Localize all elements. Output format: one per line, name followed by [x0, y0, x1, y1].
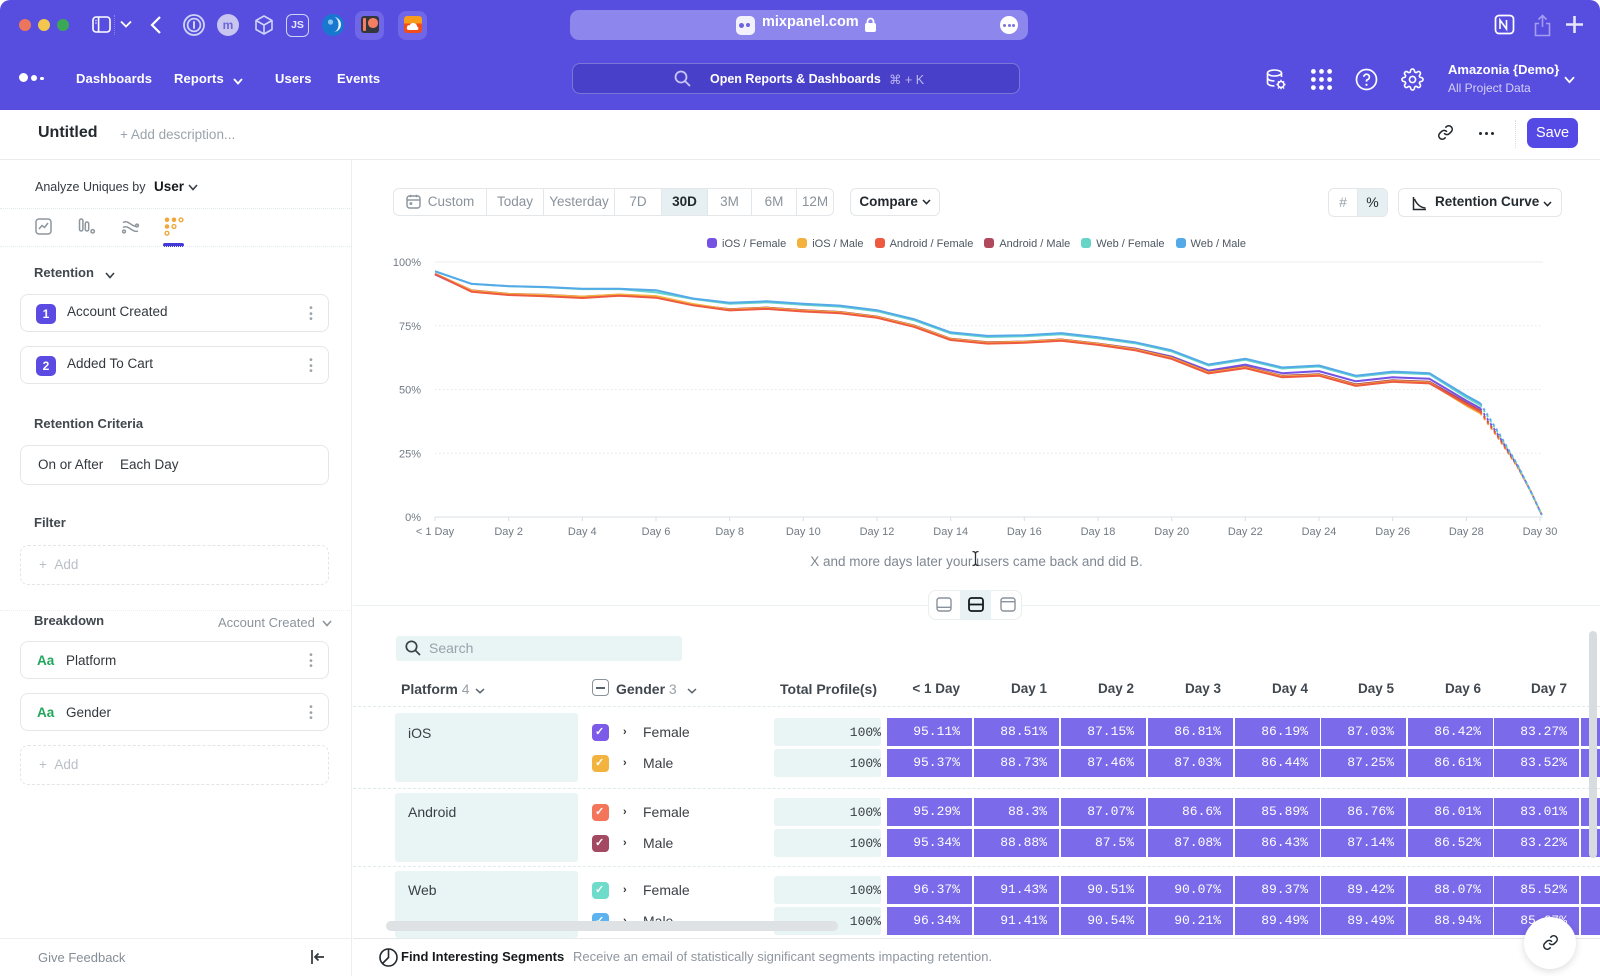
svg-text:Day 22: Day 22 [1228, 526, 1263, 538]
svg-text:Day 8: Day 8 [715, 526, 744, 538]
svg-text:75%: 75% [399, 321, 421, 333]
svg-text:Day 12: Day 12 [860, 526, 895, 538]
svg-text:Day 30: Day 30 [1523, 526, 1558, 538]
svg-text:Day 18: Day 18 [1081, 526, 1116, 538]
svg-text:Day 4: Day 4 [568, 526, 597, 538]
svg-text:100%: 100% [393, 257, 421, 269]
svg-text:50%: 50% [399, 385, 421, 397]
svg-text:Day 10: Day 10 [786, 526, 821, 538]
svg-text:Day 20: Day 20 [1154, 526, 1189, 538]
svg-text:Day 28: Day 28 [1449, 526, 1484, 538]
svg-text:Day 26: Day 26 [1375, 526, 1410, 538]
svg-text:Day 14: Day 14 [933, 526, 968, 538]
svg-text:0%: 0% [405, 512, 421, 524]
svg-text:Day 16: Day 16 [1007, 526, 1042, 538]
svg-text:< 1 Day: < 1 Day [416, 526, 455, 538]
svg-text:Day 2: Day 2 [494, 526, 523, 538]
svg-text:Day 24: Day 24 [1302, 526, 1337, 538]
svg-text:Day 6: Day 6 [642, 526, 671, 538]
svg-text:25%: 25% [399, 448, 421, 460]
